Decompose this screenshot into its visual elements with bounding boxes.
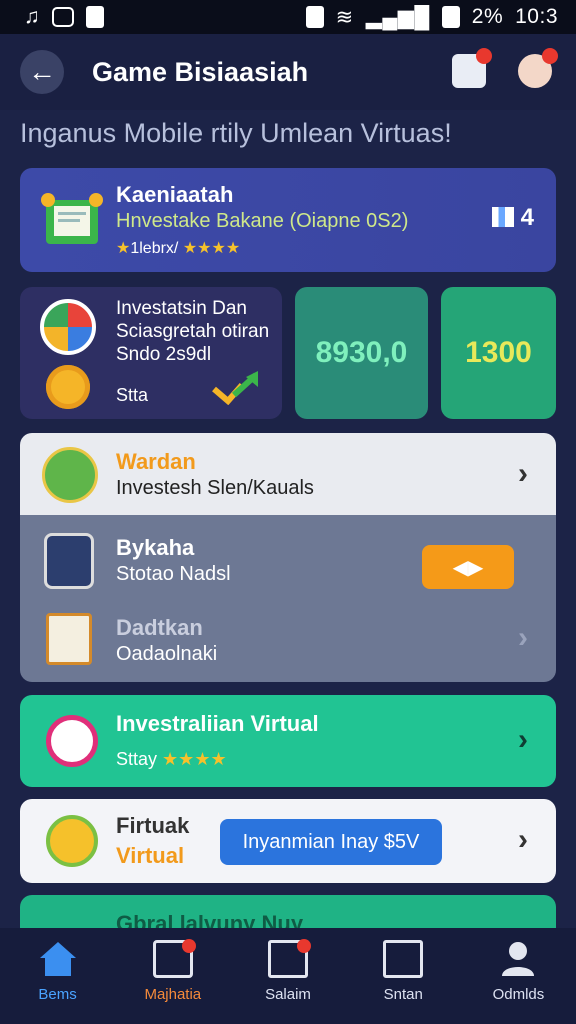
- notification-badge: [476, 48, 492, 64]
- rating-label: Sttay: [116, 749, 158, 769]
- featured-badge-number: 4: [520, 204, 534, 231]
- gear-icon: [46, 365, 90, 409]
- globe-icon: [40, 299, 96, 355]
- list-item-subtitle: Stotao Nadsl: [116, 563, 231, 585]
- checklist-icon: [152, 939, 196, 978]
- alarm-icon: [305, 6, 324, 28]
- list-item-title: Wardan: [116, 449, 196, 474]
- chevron-right-icon: ›: [518, 457, 528, 490]
- list-item-group-expanded: Bykaha Stotao Nadsl ◀▶ Dadtkan Oadaolnak…: [20, 515, 556, 682]
- list-item-title: Bykaha: [116, 535, 195, 560]
- signal-icon: ▂▄▆█: [365, 5, 430, 29]
- page-title: Game Bisiaasiah: [92, 56, 309, 87]
- nav-tasks[interactable]: Majhatia: [115, 928, 230, 1024]
- feature-title: Firtuak: [116, 813, 190, 838]
- profile-settings-icon[interactable]: [518, 48, 558, 88]
- investment-card[interactable]: Investatsin Dan Sciasgretah otiran Sndo …: [20, 287, 282, 419]
- notification-badge: [297, 939, 311, 953]
- notification-badge: [181, 939, 196, 953]
- document-icon: [268, 939, 311, 978]
- nav-profile[interactable]: Odmlds: [461, 928, 576, 1024]
- feature-card[interactable]: Firtuak Virtual Inyanmian Inay $5V ›: [20, 799, 556, 883]
- notification-badge: [542, 48, 558, 64]
- invest-button[interactable]: Inyanmian Inay $5V: [220, 819, 442, 865]
- list-item-subtitle: Investesh Slen/Kauals: [116, 477, 314, 499]
- trend-up-icon: [212, 371, 259, 405]
- action-button[interactable]: ◀▶: [422, 545, 514, 589]
- promo-card[interactable]: Investraliian Virtual Sttay ★★★★ ›: [20, 695, 556, 787]
- app-notification-icon: [86, 6, 105, 28]
- battery-percent: 2%: [471, 5, 504, 28]
- rating-stars: ★★★★: [162, 749, 227, 769]
- dollar-coin-icon: [46, 815, 98, 867]
- list-item-title: Dadtkan: [116, 615, 203, 640]
- feature-title-line2: Virtual: [116, 843, 185, 868]
- featured-subtitle: Hnvestake Bakane (Oiapne 0S2): [116, 210, 409, 232]
- featured-badge: 4: [491, 204, 534, 232]
- menu-list: Wardan Investesh Slen/Kauals › Bykaha St…: [20, 433, 556, 682]
- bottom-nav: Bems Majhatia Salaim Sntan Odmlds: [0, 928, 576, 1024]
- investment-line: Sciasgretah otiran: [116, 321, 270, 342]
- rating-label: 1lebrx/: [130, 240, 179, 257]
- phone-icon: [44, 533, 94, 589]
- map-icon: [383, 940, 424, 978]
- swap-arrows-icon: ◀▶: [452, 556, 484, 579]
- back-arrow-icon: ←: [28, 56, 56, 87]
- nav-home[interactable]: Bems: [0, 928, 115, 1024]
- list-item-wardan[interactable]: Wardan Investesh Slen/Kauals ›: [20, 433, 556, 515]
- investment-line: Sndo 2s9dl: [116, 344, 212, 365]
- list-item-subtitle: Oadaolnaki: [116, 643, 218, 665]
- nav-label: Majhatia: [144, 986, 202, 1003]
- chevron-right-icon: ›: [518, 823, 528, 856]
- app-bar: ← Game Bisiaasiah: [0, 34, 576, 110]
- rating-stars: ★★★★: [182, 240, 241, 257]
- clipboard-icon: [46, 613, 92, 665]
- nav-label: Odmlds: [492, 986, 545, 1003]
- featured-card[interactable]: Kaeniaatah Hnvestake Bakane (Oiapne 0S2)…: [20, 168, 556, 272]
- news-icon[interactable]: [452, 48, 492, 88]
- chevron-right-icon: ›: [518, 723, 528, 756]
- investment-label: Stta: [116, 385, 149, 405]
- camera-icon: [52, 7, 75, 27]
- money-globe-icon: [42, 447, 98, 503]
- investment-description: Investatsin Dan Sciasgretah otiran Sndo …: [116, 297, 269, 366]
- certificate-icon: [41, 193, 103, 244]
- promo-title: Investraliian Virtual: [116, 711, 319, 736]
- promo-rating: Sttay ★★★★: [116, 749, 227, 770]
- stat-tile-secondary[interactable]: 1300: [441, 287, 556, 419]
- clock: 10:3: [515, 5, 558, 28]
- battery-icon: [441, 6, 460, 28]
- notification-icon: ♫: [24, 5, 41, 28]
- page-subtitle: Inganus Mobile rtily Umlean Virtuas!: [20, 118, 452, 148]
- chart-icon: [491, 207, 514, 227]
- investment-line: Investatsin Dan: [116, 298, 247, 319]
- status-bar: ♫ ≋ ▂▄▆█ 2% 10:3: [0, 0, 576, 34]
- stat-tile-primary[interactable]: 8930,0: [295, 287, 428, 419]
- featured-title: Kaeniaatah: [116, 182, 234, 207]
- user-icon: [502, 942, 535, 976]
- nav-label: Sntan: [383, 986, 423, 1003]
- home-icon: [39, 942, 76, 976]
- nav-label: Salaim: [265, 986, 311, 1003]
- dollar-magnifier-icon: [46, 715, 98, 767]
- chevron-right-icon: ›: [518, 621, 528, 654]
- nav-list[interactable]: Salaim: [230, 928, 345, 1024]
- nav-sentinel[interactable]: Sntan: [346, 928, 461, 1024]
- nav-label: Bems: [38, 986, 77, 1003]
- back-button[interactable]: ←: [20, 50, 64, 94]
- featured-rating: ★1lebrx/ ★★★★: [116, 240, 241, 257]
- wifi-icon: ≋: [335, 5, 354, 29]
